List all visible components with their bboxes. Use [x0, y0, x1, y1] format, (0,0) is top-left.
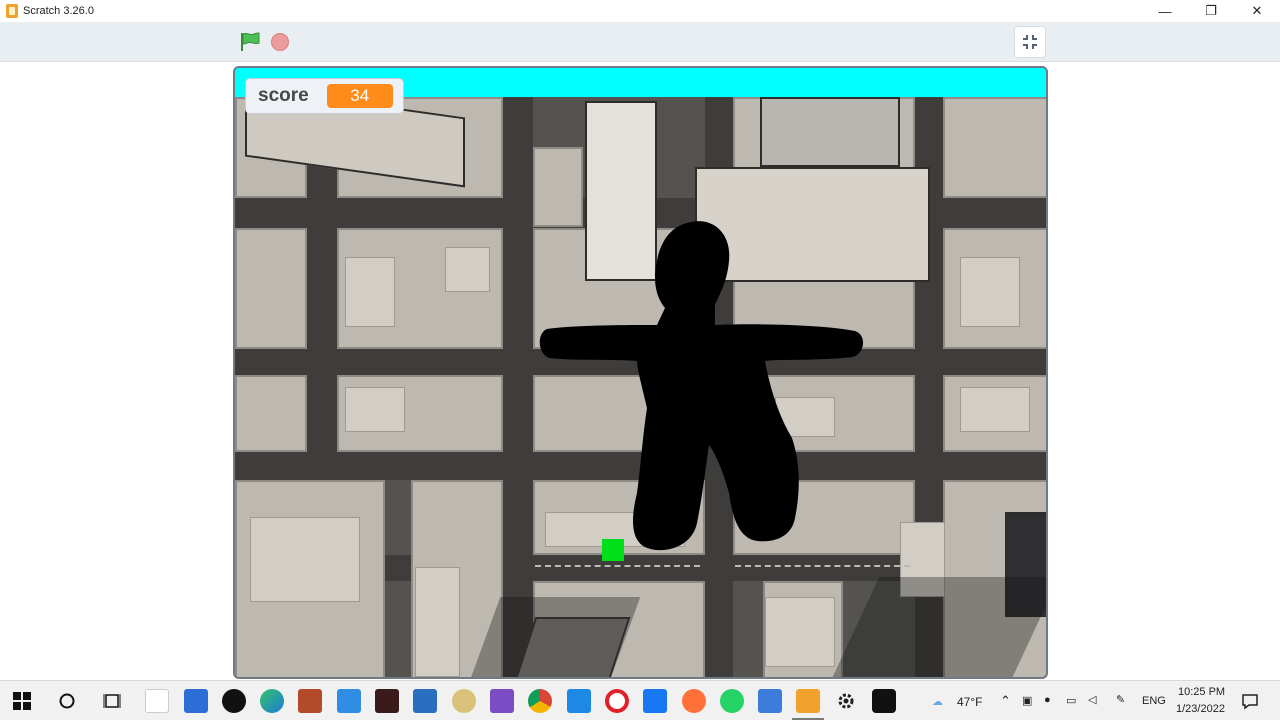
- city-block: [235, 228, 307, 349]
- notifications-button[interactable]: [1238, 689, 1262, 713]
- gear-icon: [838, 693, 854, 709]
- title-bar: Scratch 3.26.0 — ❐ ✕: [0, 0, 1280, 22]
- window-title: Scratch 3.26.0: [23, 5, 94, 17]
- rooftop: [960, 257, 1020, 327]
- chevron-up-icon[interactable]: ⌃: [1000, 693, 1011, 709]
- minimize-button[interactable]: —: [1142, 0, 1188, 22]
- edge-icon[interactable]: [260, 689, 284, 713]
- store-icon[interactable]: [184, 689, 208, 713]
- capcut-icon[interactable]: [375, 689, 399, 713]
- player-silhouette-sprite: [539, 221, 864, 551]
- tall-building: [514, 617, 631, 677]
- lane-marking: [535, 565, 700, 567]
- green-collectible-square: [602, 539, 624, 561]
- notepad-icon[interactable]: [145, 689, 169, 713]
- camera-icon[interactable]: ▣: [1022, 694, 1032, 707]
- chrome-icon[interactable]: [528, 689, 552, 713]
- stage-toolbar: [0, 22, 1280, 62]
- green-flag-button[interactable]: [238, 31, 262, 53]
- green-flag-icon: [241, 32, 260, 51]
- scratch-app-icon: [6, 4, 18, 18]
- language-indicator[interactable]: ENG: [1142, 695, 1166, 707]
- weather-icon: ☁: [932, 696, 943, 708]
- whatsapp-icon[interactable]: [720, 689, 744, 713]
- phone-icon[interactable]: [337, 689, 361, 713]
- rooftop: [765, 597, 835, 667]
- microphone-icon[interactable]: ●: [1044, 694, 1051, 706]
- scratch-taskbar-icon[interactable]: [796, 689, 820, 713]
- game-stage[interactable]: score 34: [233, 66, 1048, 679]
- paint-icon[interactable]: [758, 689, 782, 713]
- lane-marking: [735, 565, 910, 567]
- rooftop: [345, 387, 405, 432]
- windows-logo-icon: [13, 692, 31, 710]
- clock-time[interactable]: 10:25 PM: [1178, 686, 1225, 698]
- pen-icon[interactable]: ✎: [1116, 693, 1125, 706]
- exit-fullscreen-button[interactable]: [1014, 26, 1046, 58]
- settings-button[interactable]: [834, 689, 858, 713]
- city-block: [235, 375, 307, 452]
- weather-temp[interactable]: 47°F: [957, 695, 982, 709]
- task-view-icon: [103, 694, 121, 708]
- disc-icon[interactable]: [452, 689, 476, 713]
- score-label: score: [258, 85, 309, 106]
- road: [503, 97, 533, 677]
- stop-icon: [271, 33, 289, 51]
- clock-date[interactable]: 1/23/2022: [1176, 703, 1225, 715]
- building-shadow: [830, 577, 1046, 677]
- window-controls: — ❐ ✕: [1142, 0, 1280, 22]
- facebook-icon[interactable]: [643, 689, 667, 713]
- tall-building: [760, 97, 900, 167]
- visual-studio-icon[interactable]: [490, 689, 514, 713]
- opera-icon[interactable]: [605, 689, 629, 713]
- tiktok-icon[interactable]: [222, 689, 246, 713]
- score-monitor: score 34: [245, 78, 404, 114]
- score-value: 34: [326, 84, 393, 108]
- rooftop: [415, 567, 460, 677]
- restore-button[interactable]: ❐: [1188, 0, 1234, 22]
- rooftop: [345, 257, 395, 327]
- stop-button[interactable]: [270, 32, 290, 52]
- mail-icon[interactable]: [413, 689, 437, 713]
- close-button[interactable]: ✕: [1234, 0, 1280, 22]
- search-button[interactable]: [55, 689, 79, 713]
- rooftop: [960, 387, 1030, 432]
- firefox-icon[interactable]: [682, 689, 706, 713]
- exit-fullscreen-icon: [1023, 35, 1037, 49]
- photos-icon[interactable]: [298, 689, 322, 713]
- speaker-icon[interactable]: ◁: [1088, 693, 1096, 706]
- rooftop: [445, 247, 490, 292]
- task-view-button[interactable]: [100, 689, 124, 713]
- recorder-icon[interactable]: [872, 689, 896, 713]
- notification-icon: [1242, 694, 1258, 710]
- rooftop: [250, 517, 360, 602]
- windows-taskbar: ☁ 47°F ⌃ ▣ ● ▭ ◁ ✎ ENG 10:25 PM 1/23/202…: [0, 680, 1280, 720]
- battery-icon[interactable]: ▭: [1066, 694, 1076, 707]
- search-circle-icon: [59, 693, 75, 709]
- city-block: [943, 97, 1046, 198]
- start-button[interactable]: [10, 689, 34, 713]
- browser-icon[interactable]: [567, 689, 591, 713]
